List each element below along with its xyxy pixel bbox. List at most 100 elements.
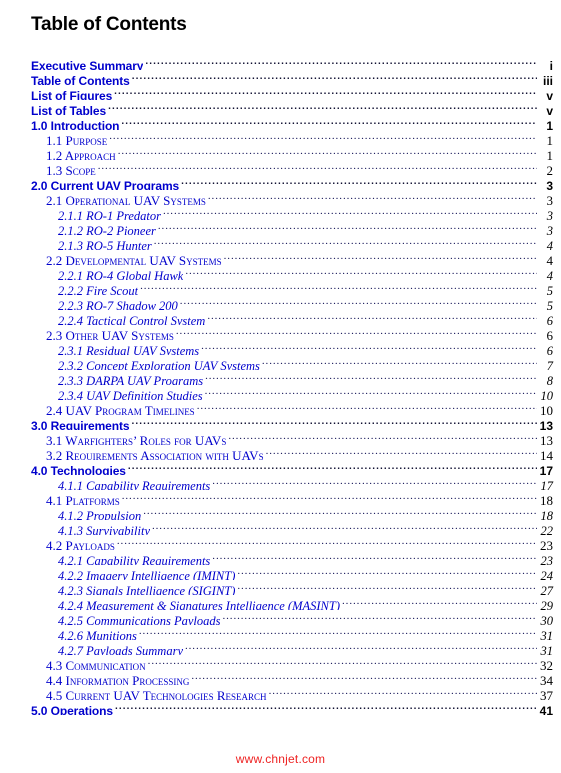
toc-entry-link[interactable]: 4.2.7 Payloads Summary [58,644,183,655]
toc-entry-link[interactable]: 4.1.2 Propulsion [58,509,141,520]
toc-entry[interactable]: 2.1.3 RQ-5 Hunter 4 [0,235,561,250]
toc-entry-link[interactable]: 5.0 Operations [31,704,113,715]
toc-entry-link[interactable]: 2.1 Operational UAV Systems [46,193,206,205]
toc-entry-link[interactable]: 4.2.6 Munitions [58,629,137,640]
toc-entry-link[interactable]: 3.0 Requirements [31,419,129,430]
toc-entry[interactable]: Table of Contents iii [0,70,561,85]
toc-entry[interactable]: 2.3.2 Concept Exploration UAV Systems 7 [0,355,561,370]
toc-entry[interactable]: 3.1 Warfighters’ Roles for UAVs 13 [0,430,561,445]
toc-entry[interactable]: 4.2.4 Measurement & Signatures Intellige… [0,595,561,610]
toc-entry[interactable]: 2.1.1 RQ-1 Predator 3 [0,205,561,220]
toc-entry-link[interactable]: 4.2.2 Imagery Intelligence (IMINT) [58,569,235,580]
toc-entry-link[interactable]: 1.0 Introduction [31,119,119,130]
toc-entry[interactable]: 2.3.3 DARPA UAV Programs 8 [0,370,561,385]
toc-dot-leader [158,220,537,235]
toc-entry-link[interactable]: 2.0 Current UAV Programs [31,179,179,190]
toc-entry[interactable]: 4.2.6 Munitions 31 [0,625,561,640]
toc-entry[interactable]: 2.2 Developmental UAV Systems 4 [0,250,561,265]
toc-entry-link[interactable]: 2.2.1 RQ-4 Global Hawk [58,269,183,280]
toc-entry-link[interactable]: 2.1.1 RQ-1 Predator [58,209,161,220]
toc-entry-link[interactable]: 2.3.3 DARPA UAV Programs [58,374,203,385]
toc-dot-leader [262,355,537,370]
toc-entry-link[interactable]: 2.2.2 Fire Scout [58,284,138,295]
toc-entry-link[interactable]: List of Figures [31,89,112,100]
toc-entry[interactable]: 2.4 UAV Program Timelines 10 [0,400,561,415]
toc-entry[interactable]: 4.2 Payloads 23 [0,535,561,550]
toc-entry[interactable]: 2.2.3 RQ-7 Shadow 200 5 [0,295,561,310]
toc-entry-link[interactable]: 4.3 Communication [46,658,146,670]
toc-entry[interactable]: 4.1 Platforms 18 [0,490,561,505]
toc-entry-link[interactable]: 2.1.2 RQ-2 Pioneer [58,224,156,235]
toc-entry[interactable]: 4.3 Communication 32 [0,655,561,670]
toc-entry[interactable]: 2.1.2 RQ-2 Pioneer 3 [0,220,561,235]
toc-entry[interactable]: 4.1.2 Propulsion 18 [0,505,561,520]
toc-entry-link[interactable]: Executive Summary [31,59,143,70]
toc-entry-link[interactable]: 3.2 Requirements Association with UAVs [46,448,264,460]
toc-entry-link[interactable]: 4.2.5 Communications Payloads [58,614,221,625]
toc-entry[interactable]: 5.0 Operations 41 [0,700,561,715]
toc-entry[interactable]: List of Tables v [0,100,561,115]
toc-page-number: i [549,59,553,70]
toc-entry[interactable]: 4.2.5 Communications Payloads 30 [0,610,561,625]
toc-entry-link[interactable]: 2.3.2 Concept Exploration UAV Systems [58,359,260,370]
toc-dot-leader [122,490,537,505]
toc-entry[interactable]: 3.2 Requirements Association with UAVs 14 [0,445,561,460]
toc-entry[interactable]: 4.2.3 Signals Intelligence (SIGINT) 27 [0,580,561,595]
toc-entry-link[interactable]: 2.3.1 Residual UAV Systems [58,344,199,355]
toc-entry-link[interactable]: 2.4 UAV Program Timelines [46,403,195,415]
toc-entry[interactable]: 4.2.1 Capability Requirements 23 [0,550,561,565]
toc-entry[interactable]: 3.0 Requirements 13 [0,415,561,430]
toc-entry-link[interactable]: 2.2 Developmental UAV Systems [46,253,222,265]
toc-entry[interactable]: 1.1 Purpose 1 [0,130,561,145]
toc-entry-link[interactable]: 4.2.3 Signals Intelligence (SIGINT) [58,584,235,595]
toc-entry-link[interactable]: 1.3 Scope [46,163,96,175]
toc-entry-link[interactable]: 4.0 Technologies [31,464,126,475]
toc-entry-link[interactable]: List of Tables [31,104,106,115]
toc-page-number: 14 [540,448,553,460]
toc-entry-link[interactable]: 4.2.1 Capability Requirements [58,554,210,565]
toc-entry[interactable]: 2.1 Operational UAV Systems 3 [0,190,561,205]
toc-entry-link[interactable]: 3.1 Warfighters’ Roles for UAVs [46,433,226,445]
toc-entry-link[interactable]: 1.2 Approach [46,148,116,160]
toc-entry[interactable]: List of Figures v [0,85,561,100]
toc-entry[interactable]: 1.2 Approach 1 [0,145,561,160]
toc-entry-link[interactable]: 4.1.1 Capability Requirements [58,479,210,490]
toc-entry-link[interactable]: Table of Contents [31,74,130,85]
toc-page-number: 7 [546,359,553,370]
toc-entry-link[interactable]: 4.5 Current UAV Technologies Research [46,688,267,700]
toc-entry-link[interactable]: 4.2.4 Measurement & Signatures Intellige… [58,599,340,610]
toc-entry[interactable]: 4.5 Current UAV Technologies Research 37 [0,685,561,700]
toc-page-number: 3 [546,193,554,205]
toc-entry[interactable]: 2.3.1 Residual UAV Systems 6 [0,340,561,355]
toc-entry[interactable]: 2.2.2 Fire Scout 5 [0,280,561,295]
toc-entry-link[interactable]: 1.1 Purpose [46,133,107,145]
toc-entry-link[interactable]: 4.4 Information Processing [46,673,189,685]
toc-entry[interactable]: 2.0 Current UAV Programs 3 [0,175,561,190]
toc-entry[interactable]: 4.1.1 Capability Requirements 17 [0,475,561,490]
toc-dot-leader [117,535,537,550]
toc-entry-link[interactable]: 2.2.3 RQ-7 Shadow 200 [58,299,178,310]
toc-entry[interactable]: 4.2.2 Imagery Intelligence (IMINT) 24 [0,565,561,580]
toc-entry[interactable]: 4.1.3 Survivability 22 [0,520,561,535]
toc-dot-leader [154,235,537,250]
toc-entry[interactable]: 4.4 Information Processing 34 [0,670,561,685]
toc-entry[interactable]: 1.0 Introduction 1 [0,115,561,130]
toc-dot-leader [131,415,537,430]
toc-entry[interactable]: 1.3 Scope 2 [0,160,561,175]
toc-entry[interactable]: 4.0 Technologies 17 [0,460,561,475]
toc-entry-link[interactable]: 2.3 Other UAV Systems [46,328,174,340]
toc-entry-link[interactable]: 2.3.4 UAV Definition Studies [58,389,203,400]
toc-entry-link[interactable]: 4.2 Payloads [46,538,115,550]
toc-entry[interactable]: 2.3.4 UAV Definition Studies 10 [0,385,561,400]
toc-page-number: 2 [546,163,554,175]
toc-entry[interactable]: 2.3 Other UAV Systems 6 [0,325,561,340]
toc-dot-leader [201,340,537,355]
toc-entry-link[interactable]: 4.1.3 Survivability [58,524,150,535]
toc-entry[interactable]: 2.2.1 RQ-4 Global Hawk 4 [0,265,561,280]
toc-entry[interactable]: 4.2.7 Payloads Summary 31 [0,640,561,655]
toc-entry-link[interactable]: 4.1 Platforms [46,493,120,505]
toc-entry-link[interactable]: 2.2.4 Tactical Control System [58,314,205,325]
toc-entry[interactable]: 2.2.4 Tactical Control System 6 [0,310,561,325]
toc-entry[interactable]: Executive Summary i [0,55,561,70]
toc-entry-link[interactable]: 2.1.3 RQ-5 Hunter [58,239,152,250]
